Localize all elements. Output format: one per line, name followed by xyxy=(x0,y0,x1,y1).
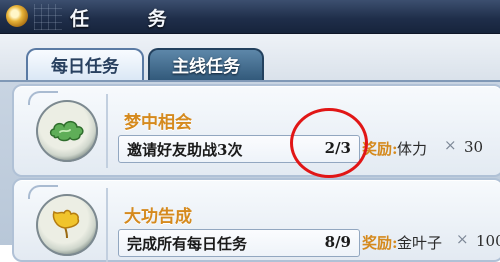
title-bar: 任 务 xyxy=(0,0,500,34)
highlight-annotation xyxy=(290,108,368,178)
card-divider xyxy=(106,94,108,168)
reward-label: 奖励: xyxy=(362,234,398,252)
reward-count: 100 xyxy=(476,232,500,250)
reward-item: 体力 xyxy=(397,140,428,158)
reward-multiplier: × xyxy=(444,136,457,154)
task-title: 梦中相会 xyxy=(124,113,192,133)
cloud-icon xyxy=(36,100,98,162)
task-card[interactable]: 梦中相会 邀请好友助战3次 2/3 奖励: 体力 × 30 xyxy=(12,84,500,177)
window-title: 任 务 xyxy=(70,8,193,30)
title-ornament-icon xyxy=(6,5,28,27)
task-description: 完成所有每日任务 xyxy=(127,235,248,253)
reward-count: 30 xyxy=(464,138,484,156)
reward-item: 金叶子 xyxy=(397,234,443,252)
tab-main-tasks[interactable]: 主线任务 xyxy=(148,48,264,84)
tab-daily-tasks[interactable]: 每日任务 xyxy=(26,48,144,84)
card-divider xyxy=(106,188,108,262)
reward-multiplier: × xyxy=(456,230,469,248)
task-progress-count: 8/9 xyxy=(324,233,351,251)
gold-leaf-icon xyxy=(36,194,98,256)
title-grid-decoration xyxy=(34,4,62,30)
task-description: 邀请好友助战3次 xyxy=(127,141,243,159)
task-progress-bar: 完成所有每日任务 8/9 xyxy=(118,229,360,257)
task-title: 大功告成 xyxy=(124,207,192,227)
task-card[interactable]: 大功告成 完成所有每日任务 8/9 奖励: 金叶子 × 100 xyxy=(12,178,500,262)
